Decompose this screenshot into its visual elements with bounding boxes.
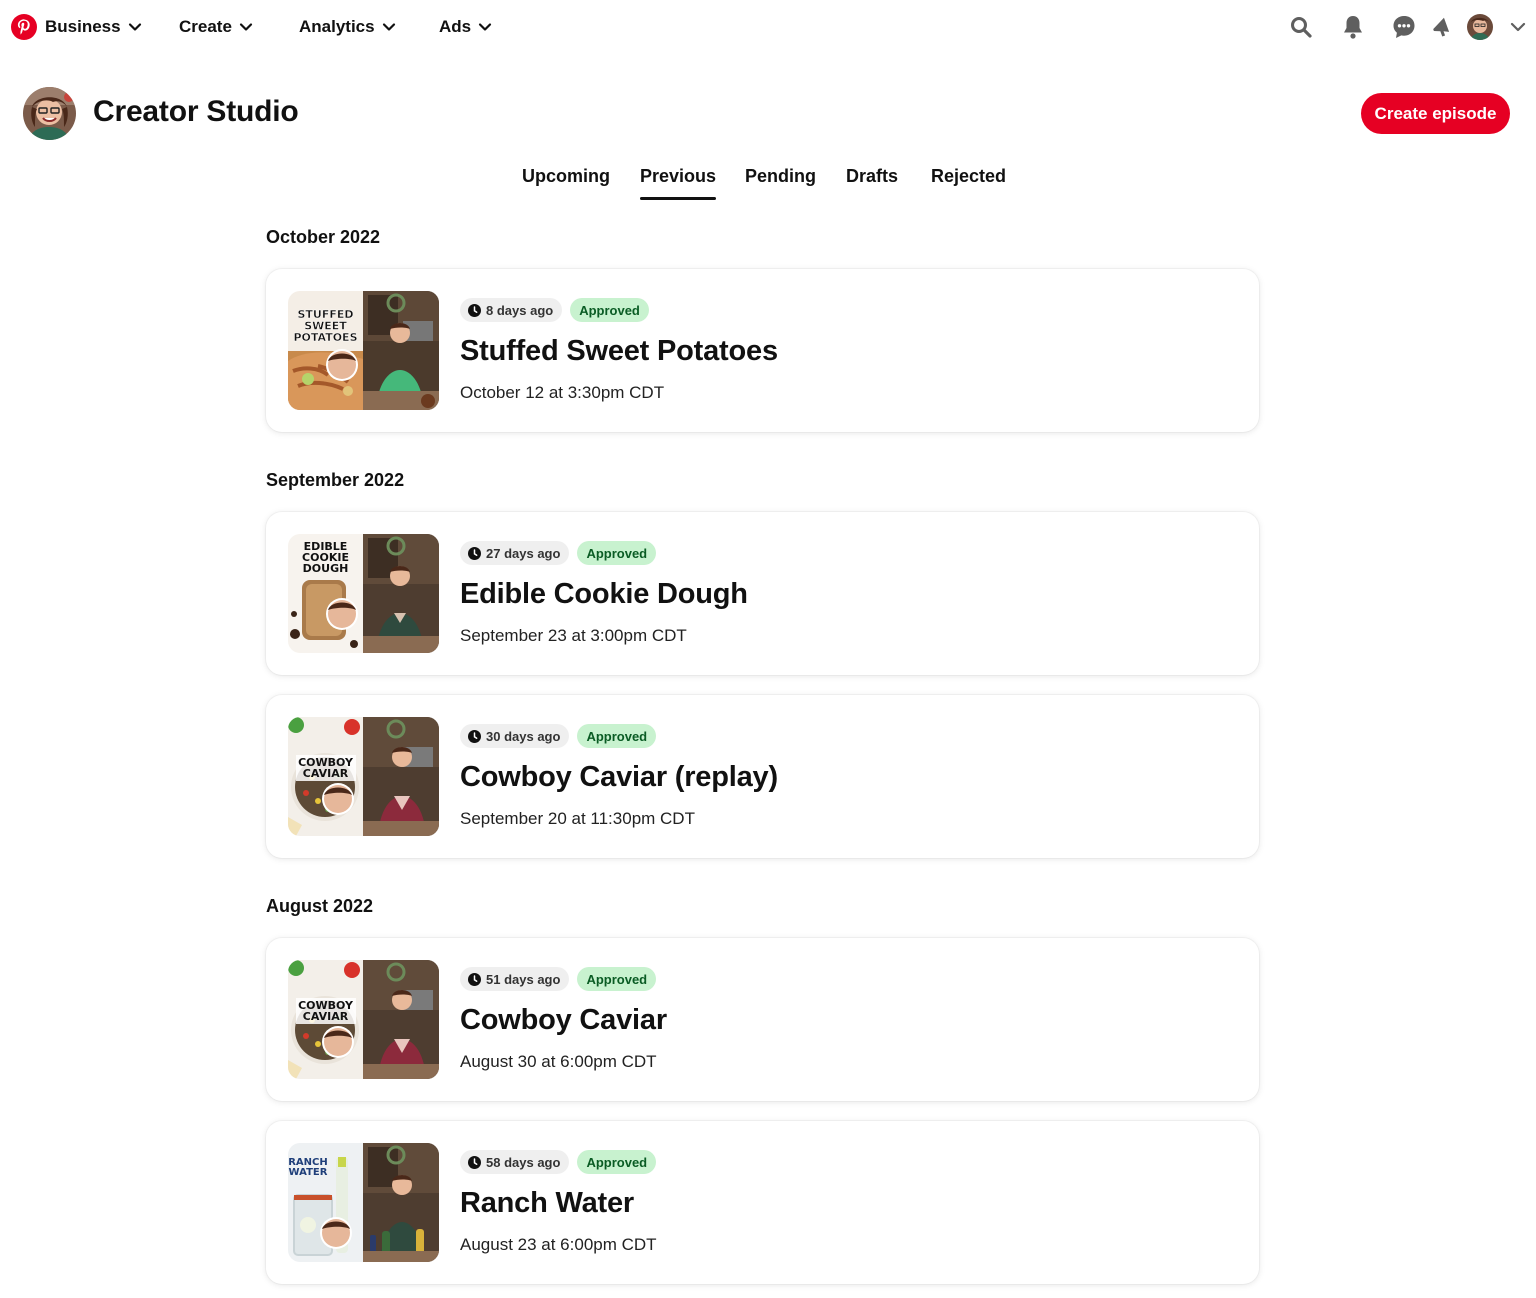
episode-meta: 8 days ago Approved bbox=[460, 298, 649, 322]
thumbnail-text: DOUGH bbox=[303, 562, 349, 575]
episode-date: October 12 at 3:30pm CDT bbox=[460, 383, 665, 402]
episode-thumbnail: EDIBLE COOKIE DOUGH bbox=[288, 534, 439, 653]
updates-megaphone-icon[interactable] bbox=[1428, 13, 1456, 41]
create-episode-button[interactable]: Create episode bbox=[1361, 93, 1510, 134]
creator-avatar bbox=[23, 87, 76, 140]
nav-ads-label: Ads bbox=[439, 17, 472, 36]
episode-date: August 23 at 6:00pm CDT bbox=[460, 1235, 657, 1254]
episode-title[interactable]: Stuffed Sweet Potatoes bbox=[460, 335, 778, 368]
clock-icon bbox=[468, 729, 481, 743]
time-ago-badge: 30 days ago bbox=[460, 724, 570, 748]
episode-thumbnail: COWBOY CAVIAR bbox=[288, 717, 439, 836]
account-avatar[interactable] bbox=[1467, 14, 1493, 40]
tab-previous[interactable]: Previous bbox=[640, 166, 717, 200]
thumbnail-text: WATER bbox=[289, 1167, 328, 1178]
chevron-down-icon bbox=[479, 23, 492, 31]
time-ago-badge: 27 days ago bbox=[460, 541, 570, 565]
search-icon[interactable] bbox=[1287, 13, 1315, 41]
time-ago-text: 58 days ago bbox=[486, 1154, 561, 1170]
nav-business-menu[interactable]: Business bbox=[45, 14, 142, 40]
notifications-bell-icon[interactable] bbox=[1339, 13, 1367, 41]
time-ago-text: 8 days ago bbox=[486, 302, 554, 318]
chevron-down-icon bbox=[128, 23, 141, 31]
episode-title[interactable]: Ranch Water bbox=[460, 1187, 634, 1220]
time-ago-badge: 8 days ago bbox=[460, 298, 563, 322]
episode-card[interactable]: COWBOY CAVIAR 51 days ago Approved Cowbo… bbox=[266, 938, 1259, 1101]
status-badge: Approved bbox=[577, 1150, 657, 1174]
messages-icon[interactable] bbox=[1390, 13, 1418, 41]
episode-meta: 51 days ago Approved bbox=[460, 967, 657, 991]
episode-date: August 30 at 6:00pm CDT bbox=[460, 1052, 657, 1071]
nav-analytics-label: Analytics bbox=[299, 17, 375, 36]
pinterest-logo-icon[interactable] bbox=[11, 14, 37, 40]
thumbnail-text: POTATOES bbox=[293, 331, 357, 344]
status-badge: Approved bbox=[577, 541, 657, 565]
episode-meta: 27 days ago Approved bbox=[460, 541, 657, 565]
time-ago-badge: 51 days ago bbox=[460, 967, 570, 991]
tab-drafts[interactable]: Drafts bbox=[846, 166, 898, 200]
month-heading: August 2022 bbox=[266, 896, 374, 916]
month-heading: September 2022 bbox=[266, 470, 405, 490]
clock-icon bbox=[468, 972, 481, 986]
clock-icon bbox=[468, 1155, 481, 1169]
episode-thumbnail: COWBOY CAVIAR bbox=[288, 960, 439, 1079]
time-ago-badge: 58 days ago bbox=[460, 1150, 570, 1174]
episode-date: September 20 at 11:30pm CDT bbox=[460, 809, 695, 828]
nav-analytics-menu[interactable]: Analytics bbox=[299, 14, 396, 40]
status-badge: Approved bbox=[577, 724, 657, 748]
time-ago-text: 30 days ago bbox=[486, 728, 561, 744]
nav-business-label: Business bbox=[45, 17, 121, 36]
chevron-down-icon bbox=[239, 23, 253, 31]
time-ago-text: 27 days ago bbox=[486, 545, 561, 561]
episode-title[interactable]: Edible Cookie Dough bbox=[460, 578, 748, 611]
thumbnail-text: CAVIAR bbox=[303, 767, 349, 780]
chevron-down-icon bbox=[382, 23, 395, 31]
month-heading: October 2022 bbox=[266, 227, 381, 247]
episode-date: September 23 at 3:00pm CDT bbox=[460, 626, 687, 645]
episode-card[interactable]: COWBOY CAVIAR 30 days ago Approved Cowbo… bbox=[266, 695, 1259, 858]
episode-meta: 30 days ago Approved bbox=[460, 724, 657, 748]
episode-card[interactable]: EDIBLE COOKIE DOUGH 27 days ago Approved… bbox=[266, 512, 1259, 675]
episode-tabs: Upcoming Previous Pending Drafts Rejecte… bbox=[0, 166, 1536, 202]
time-ago-text: 51 days ago bbox=[486, 971, 561, 987]
episode-card[interactable]: STUFFED SWEET POTATOES 8 days ago Approv… bbox=[266, 269, 1259, 432]
clock-icon bbox=[468, 546, 481, 560]
episode-thumbnail: STUFFED SWEET POTATOES bbox=[288, 291, 439, 410]
clock-icon bbox=[468, 303, 481, 317]
page-title: Creator Studio bbox=[93, 95, 299, 128]
status-badge: Approved bbox=[577, 967, 657, 991]
tab-pending[interactable]: Pending bbox=[745, 166, 816, 200]
nav-create-menu[interactable]: Create bbox=[179, 14, 253, 40]
episode-thumbnail: RANCH WATER bbox=[288, 1143, 439, 1262]
episode-meta: 58 days ago Approved bbox=[460, 1150, 657, 1174]
nav-create-label: Create bbox=[179, 17, 232, 36]
tab-rejected[interactable]: Rejected bbox=[931, 166, 1006, 200]
account-chevron-icon[interactable] bbox=[1509, 18, 1527, 36]
status-badge: Approved bbox=[570, 298, 649, 322]
episode-card[interactable]: RANCH WATER 58 days ago Approved Ranch W… bbox=[266, 1121, 1259, 1284]
episode-title[interactable]: Cowboy Caviar (replay) bbox=[460, 761, 778, 794]
thumbnail-text: CAVIAR bbox=[303, 1010, 349, 1023]
episode-title[interactable]: Cowboy Caviar bbox=[460, 1004, 667, 1037]
nav-ads-menu[interactable]: Ads bbox=[439, 14, 492, 40]
tab-upcoming[interactable]: Upcoming bbox=[522, 166, 610, 200]
top-navigation: Business Create Analytics Ads bbox=[0, 0, 1536, 54]
